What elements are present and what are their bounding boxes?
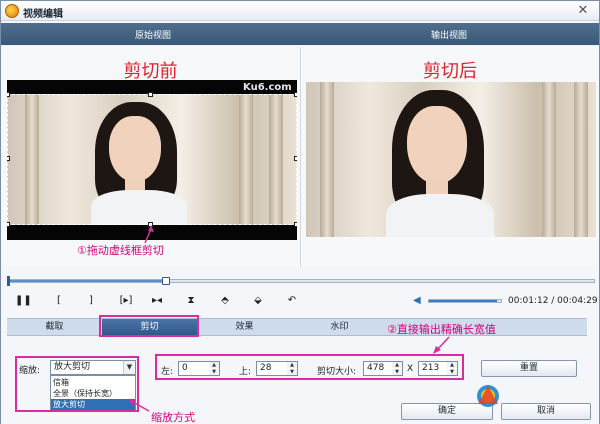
crop-handle[interactable]	[294, 92, 297, 97]
original-video[interactable]: Ku6.com	[7, 80, 297, 240]
tab-effects[interactable]: 效果	[197, 319, 292, 336]
spin-down-icon[interactable]: ▼	[447, 369, 457, 375]
left-label: 左:	[161, 367, 174, 377]
reset-rotation-button[interactable]: ↶	[284, 293, 300, 309]
reset-button[interactable]: 重置	[481, 360, 577, 377]
spin-up-icon[interactable]: ▲	[209, 362, 219, 368]
view-header-bar: 原始视图 输出视图	[1, 23, 599, 45]
timeline-playhead[interactable]	[162, 277, 170, 285]
prev-segment-button[interactable]: ▸◂	[149, 293, 165, 309]
window-title: 视频编辑	[23, 9, 63, 20]
after-caption: 剪切后	[423, 61, 477, 82]
left-offset-input[interactable]: 0 ▲ ▼	[178, 361, 220, 376]
zoom-option-pan-keep-ratio[interactable]: 全景（保持长宽）	[51, 388, 135, 399]
crop-height-input[interactable]: 213 ▲ ▼	[418, 361, 458, 376]
crop-selection-frame[interactable]	[7, 92, 297, 227]
video-watermark: Ku6.com	[243, 82, 292, 93]
spin-up-icon[interactable]: ▲	[287, 362, 297, 368]
rotate-right-button[interactable]: ⬙	[250, 293, 266, 309]
flip-vertical-button[interactable]: ⧗	[183, 293, 199, 309]
zoom-hint-annotation: 缩放方式	[151, 411, 195, 424]
output-video-frame	[306, 82, 596, 237]
play-selection-button[interactable]: [▸]	[115, 293, 137, 309]
top-offset-value: 28	[260, 363, 272, 373]
close-icon[interactable]: ✕	[575, 3, 591, 19]
tab-crop[interactable]: 剪切	[102, 319, 197, 336]
rotate-left-button[interactable]: ⬘	[217, 293, 233, 309]
output-view-label: 输出视图	[431, 31, 468, 41]
crop-handle[interactable]	[7, 222, 10, 227]
pause-button[interactable]: ❚❚	[15, 293, 32, 309]
top-offset-input[interactable]: 28 ▲ ▼	[256, 361, 298, 376]
crop-size-label: 剪切大小:	[317, 367, 357, 377]
crop-handle[interactable]	[7, 92, 10, 97]
crop-handle[interactable]	[148, 92, 153, 97]
volume-level	[429, 300, 497, 302]
spin-up-icon[interactable]: ▲	[447, 362, 457, 368]
spin-up-icon[interactable]: ▲	[392, 362, 402, 368]
edit-tabs: 截取 剪切 效果 水印	[7, 318, 587, 336]
crop-handle[interactable]	[294, 156, 297, 161]
chevron-down-icon[interactable]: ▼	[123, 361, 135, 374]
spin-down-icon[interactable]: ▼	[392, 369, 402, 375]
zoom-select-value: 放大剪切	[54, 362, 91, 372]
annotation-arrow	[144, 225, 154, 244]
crop-width-input[interactable]: 478 ▲ ▼	[363, 361, 403, 376]
cancel-button[interactable]: 取消	[501, 403, 591, 420]
annotation-arrow	[128, 399, 150, 412]
video-edit-window: 视频编辑 ✕ 原始视图 输出视图 剪切前 Ku6.com 剪切后 ①拖动虚线框剪…	[0, 0, 600, 424]
zoom-label: 缩放:	[19, 366, 41, 376]
crop-width-value: 478	[367, 363, 385, 373]
title-bar: 视频编辑 ✕	[1, 1, 599, 21]
times-sign: X	[407, 364, 414, 374]
spin-down-icon[interactable]: ▼	[287, 369, 297, 375]
time-display: 00:01:12 / 00:04:29	[508, 296, 598, 306]
top-label: 上:	[239, 367, 252, 377]
tab-trim[interactable]: 截取	[7, 319, 102, 336]
left-offset-value: 0	[182, 363, 188, 373]
zoom-option-zoom-crop[interactable]: 放大剪切	[51, 399, 135, 410]
original-view-label: 原始视图	[135, 31, 172, 41]
output-view-panel: 剪切后	[300, 47, 599, 267]
crop-settings: 缩放: 放大剪切 ▼ 信箱 全景（保持长宽） 放大剪切 左: 0 ▲ ▼ 上: …	[1, 337, 599, 424]
crop-handle[interactable]	[294, 222, 297, 227]
spin-down-icon[interactable]: ▼	[209, 369, 219, 375]
volume-slider[interactable]	[428, 299, 502, 303]
timeline-progress	[8, 280, 167, 282]
mark-out-button[interactable]: ]	[83, 293, 99, 309]
zoom-dropdown-list: 信箱 全景（保持长宽） 放大剪切	[50, 375, 136, 410]
crop-handle[interactable]	[7, 156, 10, 161]
annotation-arrow	[433, 336, 450, 354]
zoom-select[interactable]: 放大剪切 ▼	[50, 360, 136, 375]
mark-in-button[interactable]: [	[51, 293, 67, 309]
tab-watermark[interactable]: 水印	[292, 319, 387, 336]
site-logo	[477, 385, 499, 407]
volume-icon[interactable]: ◀	[413, 295, 425, 307]
playback-controls: ❚❚ [ ] [▸] ▸◂ ⧗ ⬘ ⬙ ↶ ◀ 00:01:12 / 00:04…	[1, 291, 599, 311]
timeline-start-marker	[7, 276, 10, 286]
timeline-slider[interactable]	[7, 276, 595, 286]
app-icon	[5, 4, 19, 18]
zoom-option-letterbox[interactable]: 信箱	[51, 377, 135, 388]
crop-height-value: 213	[422, 363, 440, 373]
output-video	[306, 82, 596, 237]
